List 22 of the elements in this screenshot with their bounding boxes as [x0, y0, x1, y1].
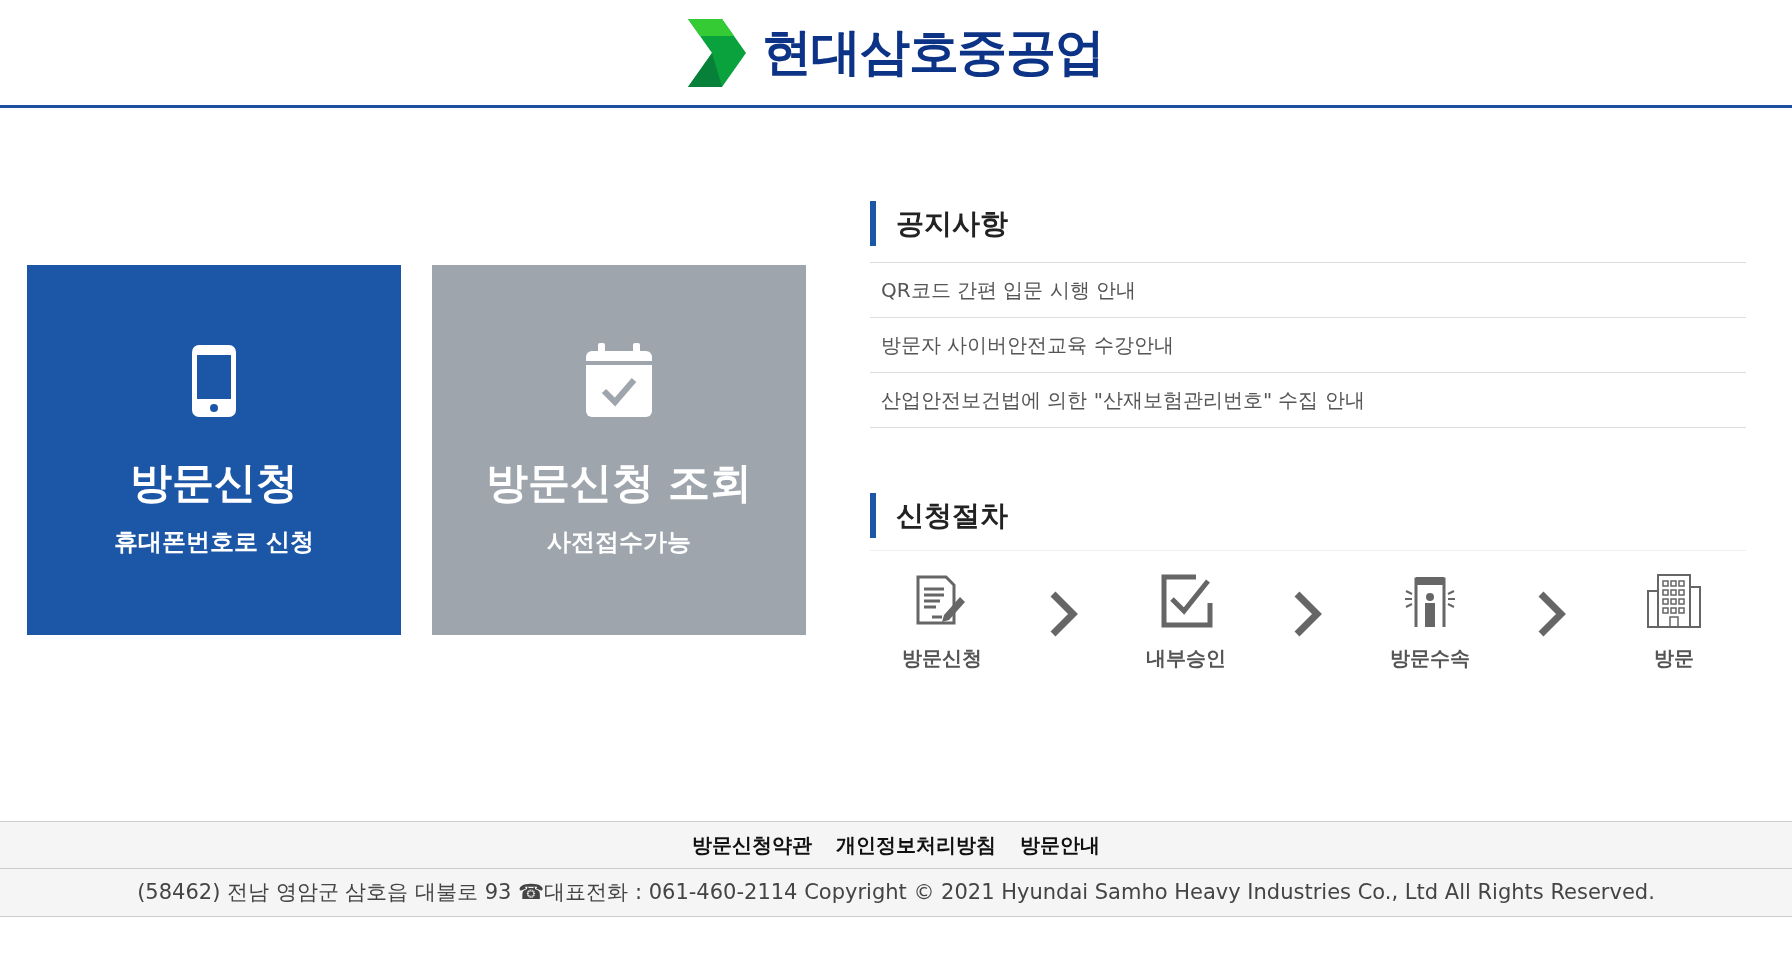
step-label: 방문 [1654, 645, 1694, 672]
chevron-right-icon [1293, 591, 1323, 637]
section-title: 공지사항 [896, 205, 1008, 242]
notice-link[interactable]: 방문자 사이버안전교육 수강안내 [881, 330, 1174, 360]
step-label: 방문신청 [902, 645, 982, 672]
step-label: 방문수속 [1390, 645, 1470, 672]
calendar-icon [584, 343, 654, 419]
visit-tile-button[interactable]: 방문신청 휴대폰번호로 신청 [27, 265, 401, 635]
footer-link[interactable]: 개인정보처리방침 [836, 830, 996, 860]
logo-icon [688, 18, 747, 87]
notice-link[interactable]: QR코드 간편 입문 시행 안내 [881, 275, 1137, 305]
chevron-right-icon [1537, 591, 1567, 637]
footer-link[interactable]: 방문안내 [1020, 830, 1100, 860]
building-icon [1646, 573, 1702, 629]
section-title: 신청절차 [896, 497, 1008, 534]
chevron-right-icon [1049, 591, 1079, 637]
footer-link[interactable]: 방문신청약관 [692, 830, 812, 860]
step-label: 내부승인 [1146, 645, 1226, 672]
notice-link[interactable]: 산업안전보건법에 의한 "산재보험관리번호" 수집 안내 [881, 385, 1365, 415]
logo-text: 현대삼호중공업 [762, 22, 1104, 83]
phone-icon [190, 343, 238, 419]
footer-address: (58462) 전남 영암군 삼호읍 대불로 93 ☎대표전화 : 061-460-2114 Copyright © 2021 Hyundai Samho Heavy Industries Co., Ltd All Rights Reserved. [137, 878, 1655, 906]
